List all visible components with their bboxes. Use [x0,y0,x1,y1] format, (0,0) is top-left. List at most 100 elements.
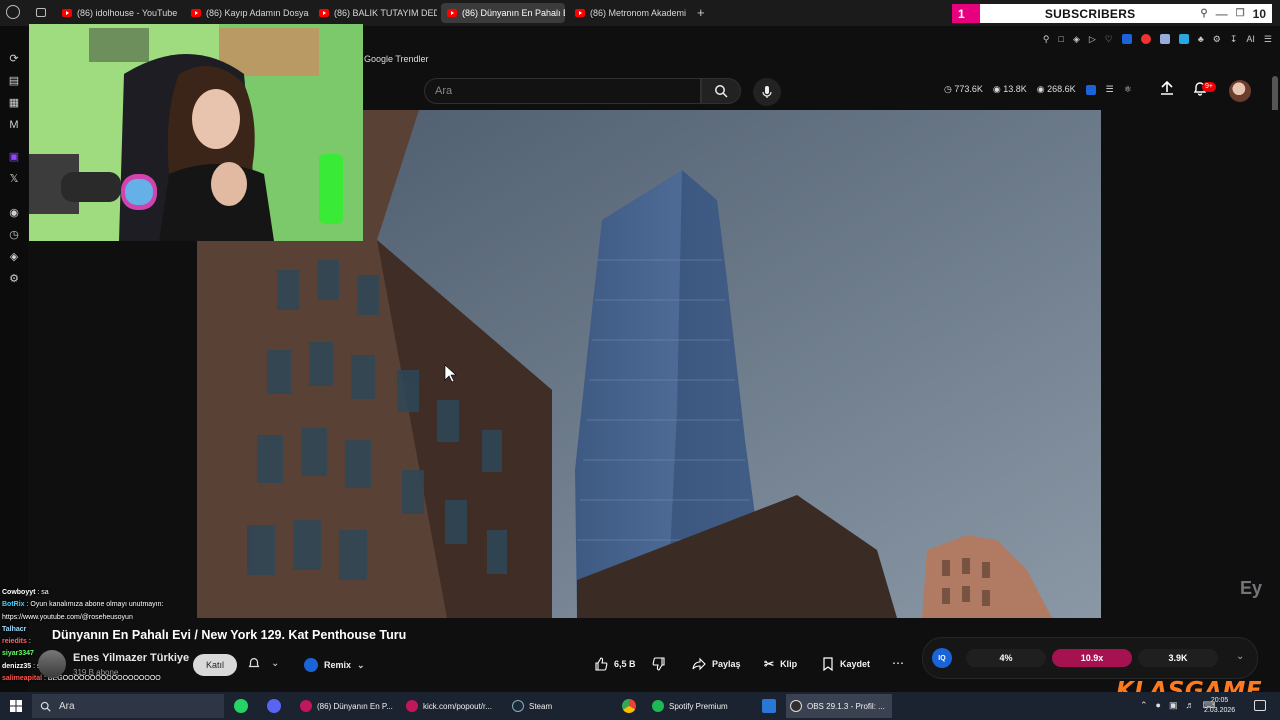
taskbar-item-label: kick.com/popout/r... [423,701,492,711]
notification-badge: 9+ [1202,82,1216,92]
taskbar-search-label: Ara [59,700,75,712]
share-button[interactable]: Paylaş [692,653,741,675]
bag-icon[interactable]: ▤ [7,74,21,88]
search-input[interactable]: Ara [424,78,701,104]
subscribers-goal: 10 [1252,6,1266,21]
voice-search-button[interactable] [753,78,781,106]
stat-percent: 4% [966,649,1046,667]
new-tab-button[interactable]: + [697,5,705,20]
wallet-icon[interactable]: ▦ [7,96,21,110]
crop-icon[interactable]: □ [1059,34,1064,44]
chevron-up-icon[interactable]: ⌃ [1140,700,1148,711]
x-icon[interactable]: 𝕏 [7,172,21,186]
refresh-icon[interactable]: ⟳ [7,52,21,66]
tab-label: (86) Kayıp Adamın Dosyası [206,8,309,18]
ai-icon[interactable]: AI [1246,34,1255,44]
clock-icon[interactable]: ◷ [7,228,21,242]
obs-icon [790,700,802,712]
remix-button[interactable]: Remix ⌄ [298,654,371,676]
trendler-bookmark[interactable]: Google Trendler [364,54,429,64]
like-button[interactable]: 6,5 B [594,653,636,675]
join-button[interactable]: Katıl [193,654,237,676]
extension-blue-icon[interactable] [1121,34,1132,44]
chevron-down-icon: ⌄ [271,657,280,669]
taskbar-item-spotify[interactable]: Spotify Premium [648,694,748,718]
pin-icon[interactable]: ⚲ [1043,34,1050,45]
webcam-feed [29,24,363,241]
word-icon[interactable] [762,699,776,713]
chevron-down-icon[interactable]: ⌄ [1236,651,1244,662]
tab-label: (86) BALIK TUTAYIM DEDİ [334,8,437,18]
iq-ext-icon[interactable] [1085,84,1096,95]
taskbar-item-youtube[interactable]: (86) Dünyanın En P... [296,694,396,718]
search-icon[interactable]: ⚲ [1200,8,1207,19]
chrome-icon[interactable] [622,699,636,713]
whatsapp-icon[interactable] [234,699,248,713]
header-actions [1160,80,1208,96]
extension-bar: ⚲ □ ◈ ▷ ♡ ♣ ⚙ ↧ AI ☰ [1000,30,1280,48]
heart-icon[interactable]: ♡ [1105,34,1113,45]
gear-icon[interactable]: ⚙ [1213,34,1221,45]
steam-icon [512,700,524,712]
taskbar-item-obs[interactable]: OBS 29.1.3 - Profil: ... [786,694,892,718]
volume-icon[interactable]: ♬ [1186,700,1195,711]
tab-kayip-adam[interactable]: (86) Kayıp Adamın Dosyası [185,3,309,23]
stat-count: 3.9K [1138,649,1218,667]
thumbs-up-icon [595,657,608,671]
search-icon [715,85,728,98]
tab-idolhouse[interactable]: (86) idolhouse - YouTube [56,3,180,23]
user-avatar[interactable] [1229,80,1251,102]
cube-icon[interactable]: ◈ [7,250,21,264]
more-options-button[interactable]: ⋯ [888,654,908,674]
extension-red-icon[interactable] [1140,34,1151,44]
subscription-bell[interactable]: ⌄ [247,656,279,670]
tab-balik[interactable]: (86) BALIK TUTAYIM DEDİ [313,3,437,23]
puzzle-icon[interactable]: ♣ [1198,34,1204,44]
tab-metronom[interactable]: (86) Metronom Akademi [569,3,693,23]
save-button[interactable]: Kaydet [822,653,871,675]
chat-message: https://www.youtube.com/@roseheusoyun [2,613,133,621]
list-icon[interactable]: ☰ [1106,84,1114,95]
upload-icon[interactable] [1160,80,1174,96]
stat-watch: ◷ 773.6K [944,84,983,94]
taskbar-search[interactable]: Ara [32,694,224,718]
microphone-icon[interactable]: ● [1156,700,1161,711]
shield-icon[interactable]: ◈ [1073,34,1080,45]
channel-stats: ◷ 773.6K ◉ 13.8K ◉ 268.6K ☰ ⚛ [944,84,1132,95]
clip-button[interactable]: ✂ Klip [764,653,798,675]
search-button[interactable] [701,78,741,104]
iq-badge[interactable]: IQ [932,648,952,668]
search-icon [40,701,51,712]
menu-icon[interactable]: ☰ [1264,34,1272,45]
subscribers-label: SUBSCRIBERS [1044,6,1136,21]
trophy-icon[interactable]: ⚛ [1124,84,1132,95]
network-icon[interactable]: ▣ [1169,700,1178,711]
notification-center-icon[interactable] [1254,700,1266,711]
clock-date: 2.03.2026 [1204,707,1236,714]
taskbar-item-kick[interactable]: kick.com/popout/r... [402,694,502,718]
opera-icon [406,700,418,712]
play-icon[interactable]: ▷ [1089,34,1096,45]
m-icon[interactable]: M [7,118,21,132]
channel-avatar[interactable] [38,650,66,678]
taskbar-clock[interactable]: 20:05 2.03.2026 [1204,696,1235,716]
browser-logo-icon[interactable] [6,5,20,19]
download-icon[interactable]: ↧ [1230,34,1238,45]
tab-dunyanin-en-pahali[interactable]: (86) Dünyanın En Pahalı E [441,3,565,23]
youtube-icon [191,9,201,17]
windows-start-icon[interactable] [10,700,22,712]
extension-cyan-icon[interactable] [1178,34,1189,44]
extension-light-icon[interactable] [1159,34,1170,44]
dislike-button[interactable] [652,653,666,675]
tab-overview-icon[interactable] [36,8,46,17]
settings-icon[interactable]: ⚙ [7,272,21,286]
play-circle-icon[interactable]: ◉ [7,206,21,220]
channel-name[interactable]: Enes Yilmazer Türkiye [73,652,189,664]
restore-icon[interactable]: ❐ [1236,8,1245,19]
taskbar-item-steam[interactable]: Steam [508,694,598,718]
tab-label: (86) Metronom Akademi [590,8,687,18]
discord-icon[interactable] [267,699,281,713]
twitch-icon[interactable]: ▣ [7,150,21,164]
tab-label: (86) Dünyanın En Pahalı E [462,8,565,18]
minimize-icon[interactable]: — [1216,7,1228,21]
